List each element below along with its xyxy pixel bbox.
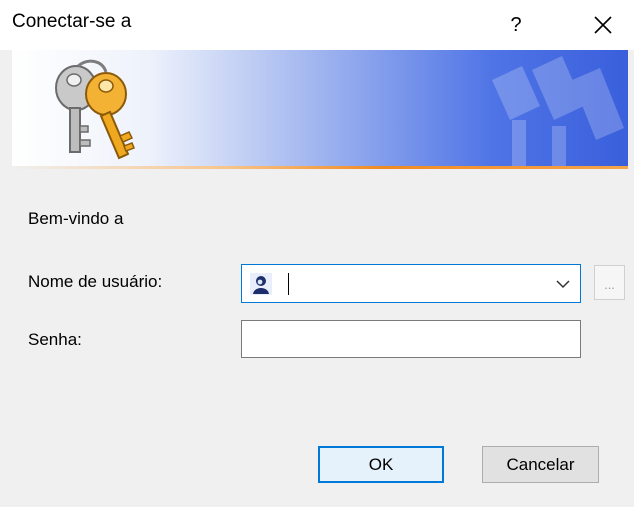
password-label: Senha: [28, 330, 82, 349]
close-button[interactable] [578, 0, 628, 50]
close-icon [594, 16, 612, 34]
keys-watermark-icon [492, 56, 624, 166]
window-title: Conectar-se a [12, 11, 132, 32]
welcome-text: Bem-vindo a [28, 209, 124, 228]
password-field[interactable] [241, 320, 581, 358]
browse-button[interactable]: ... [594, 265, 625, 300]
help-button[interactable]: ? [493, 0, 539, 50]
title-bar: Conectar-se a ? [0, 0, 634, 50]
cancel-button[interactable]: Cancelar [482, 446, 599, 483]
login-dialog: Conectar-se a ? Bem-vindo a Nome de usuá… [0, 0, 634, 507]
keys-icon [55, 59, 135, 160]
chevron-down-icon[interactable] [552, 273, 574, 295]
banner-accent-stripe [12, 166, 628, 169]
user-icon [250, 273, 272, 295]
ok-button[interactable]: OK [318, 446, 444, 483]
text-cursor [288, 273, 289, 295]
username-combobox[interactable] [241, 264, 581, 303]
banner [12, 50, 628, 166]
username-label: Nome de usuário: [28, 272, 163, 291]
